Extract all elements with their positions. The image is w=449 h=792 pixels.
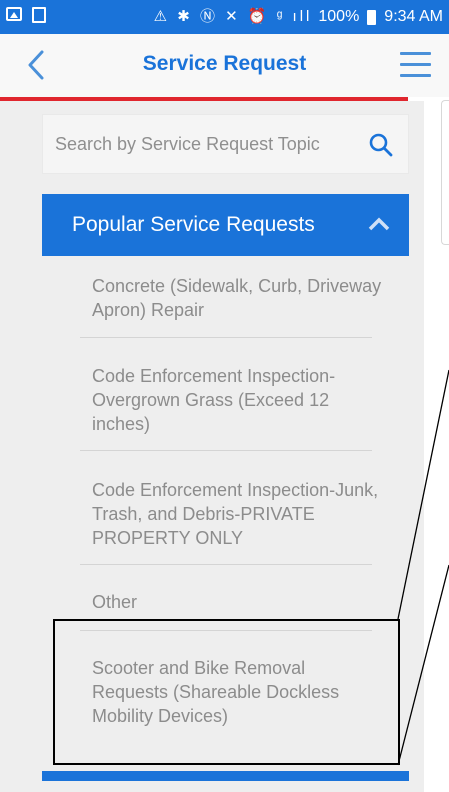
chevron-up-icon: [368, 217, 390, 231]
list-item[interactable]: Code Enforcement Inspection-Junk, Trash,…: [92, 478, 387, 550]
status-icons: ⚠ ✱ Ⓝ ✕ ⏰ ᵍ ıll: [153, 8, 313, 25]
page-title: Service Request: [142, 52, 307, 75]
popular-requests-title: Popular Service Requests: [72, 213, 315, 236]
menu-button[interactable]: [400, 52, 431, 78]
next-section-header[interactable]: [42, 771, 409, 781]
search-icon: [369, 133, 393, 157]
hamburger-line: [400, 63, 431, 66]
battery-percent: 100%: [318, 8, 360, 25]
battery-icon: [367, 9, 377, 25]
list-divider: [80, 450, 372, 451]
clock: 9:34 AM: [384, 8, 443, 25]
app-header: Service Request: [0, 34, 449, 97]
list-item[interactable]: Concrete (Sidewalk, Curb, Driveway Apron…: [92, 274, 382, 322]
gallery-icon: [6, 7, 22, 21]
search-input[interactable]: [55, 115, 355, 173]
search-box: [42, 114, 409, 174]
list-item[interactable]: Other: [92, 590, 382, 614]
list-divider: [80, 337, 372, 338]
hamburger-icon: [400, 52, 431, 55]
status-left-icons: [6, 7, 46, 23]
sim-card-icon: [32, 7, 46, 23]
status-bar: ⚠ ✱ Ⓝ ✕ ⏰ ᵍ ıll 100% 9:34 AM: [0, 0, 449, 34]
search-button[interactable]: [368, 132, 394, 158]
list-divider: [80, 564, 372, 565]
highlight-box: [53, 619, 400, 765]
popular-requests-header[interactable]: Popular Service Requests: [42, 194, 409, 256]
status-right: ⚠ ✱ Ⓝ ✕ ⏰ ᵍ ıll 100% 9:34 AM: [154, 7, 443, 27]
list-item[interactable]: Code Enforcement Inspection-Overgrown Gr…: [92, 364, 372, 436]
hamburger-line: [400, 74, 431, 77]
side-card-edge: [441, 100, 449, 245]
